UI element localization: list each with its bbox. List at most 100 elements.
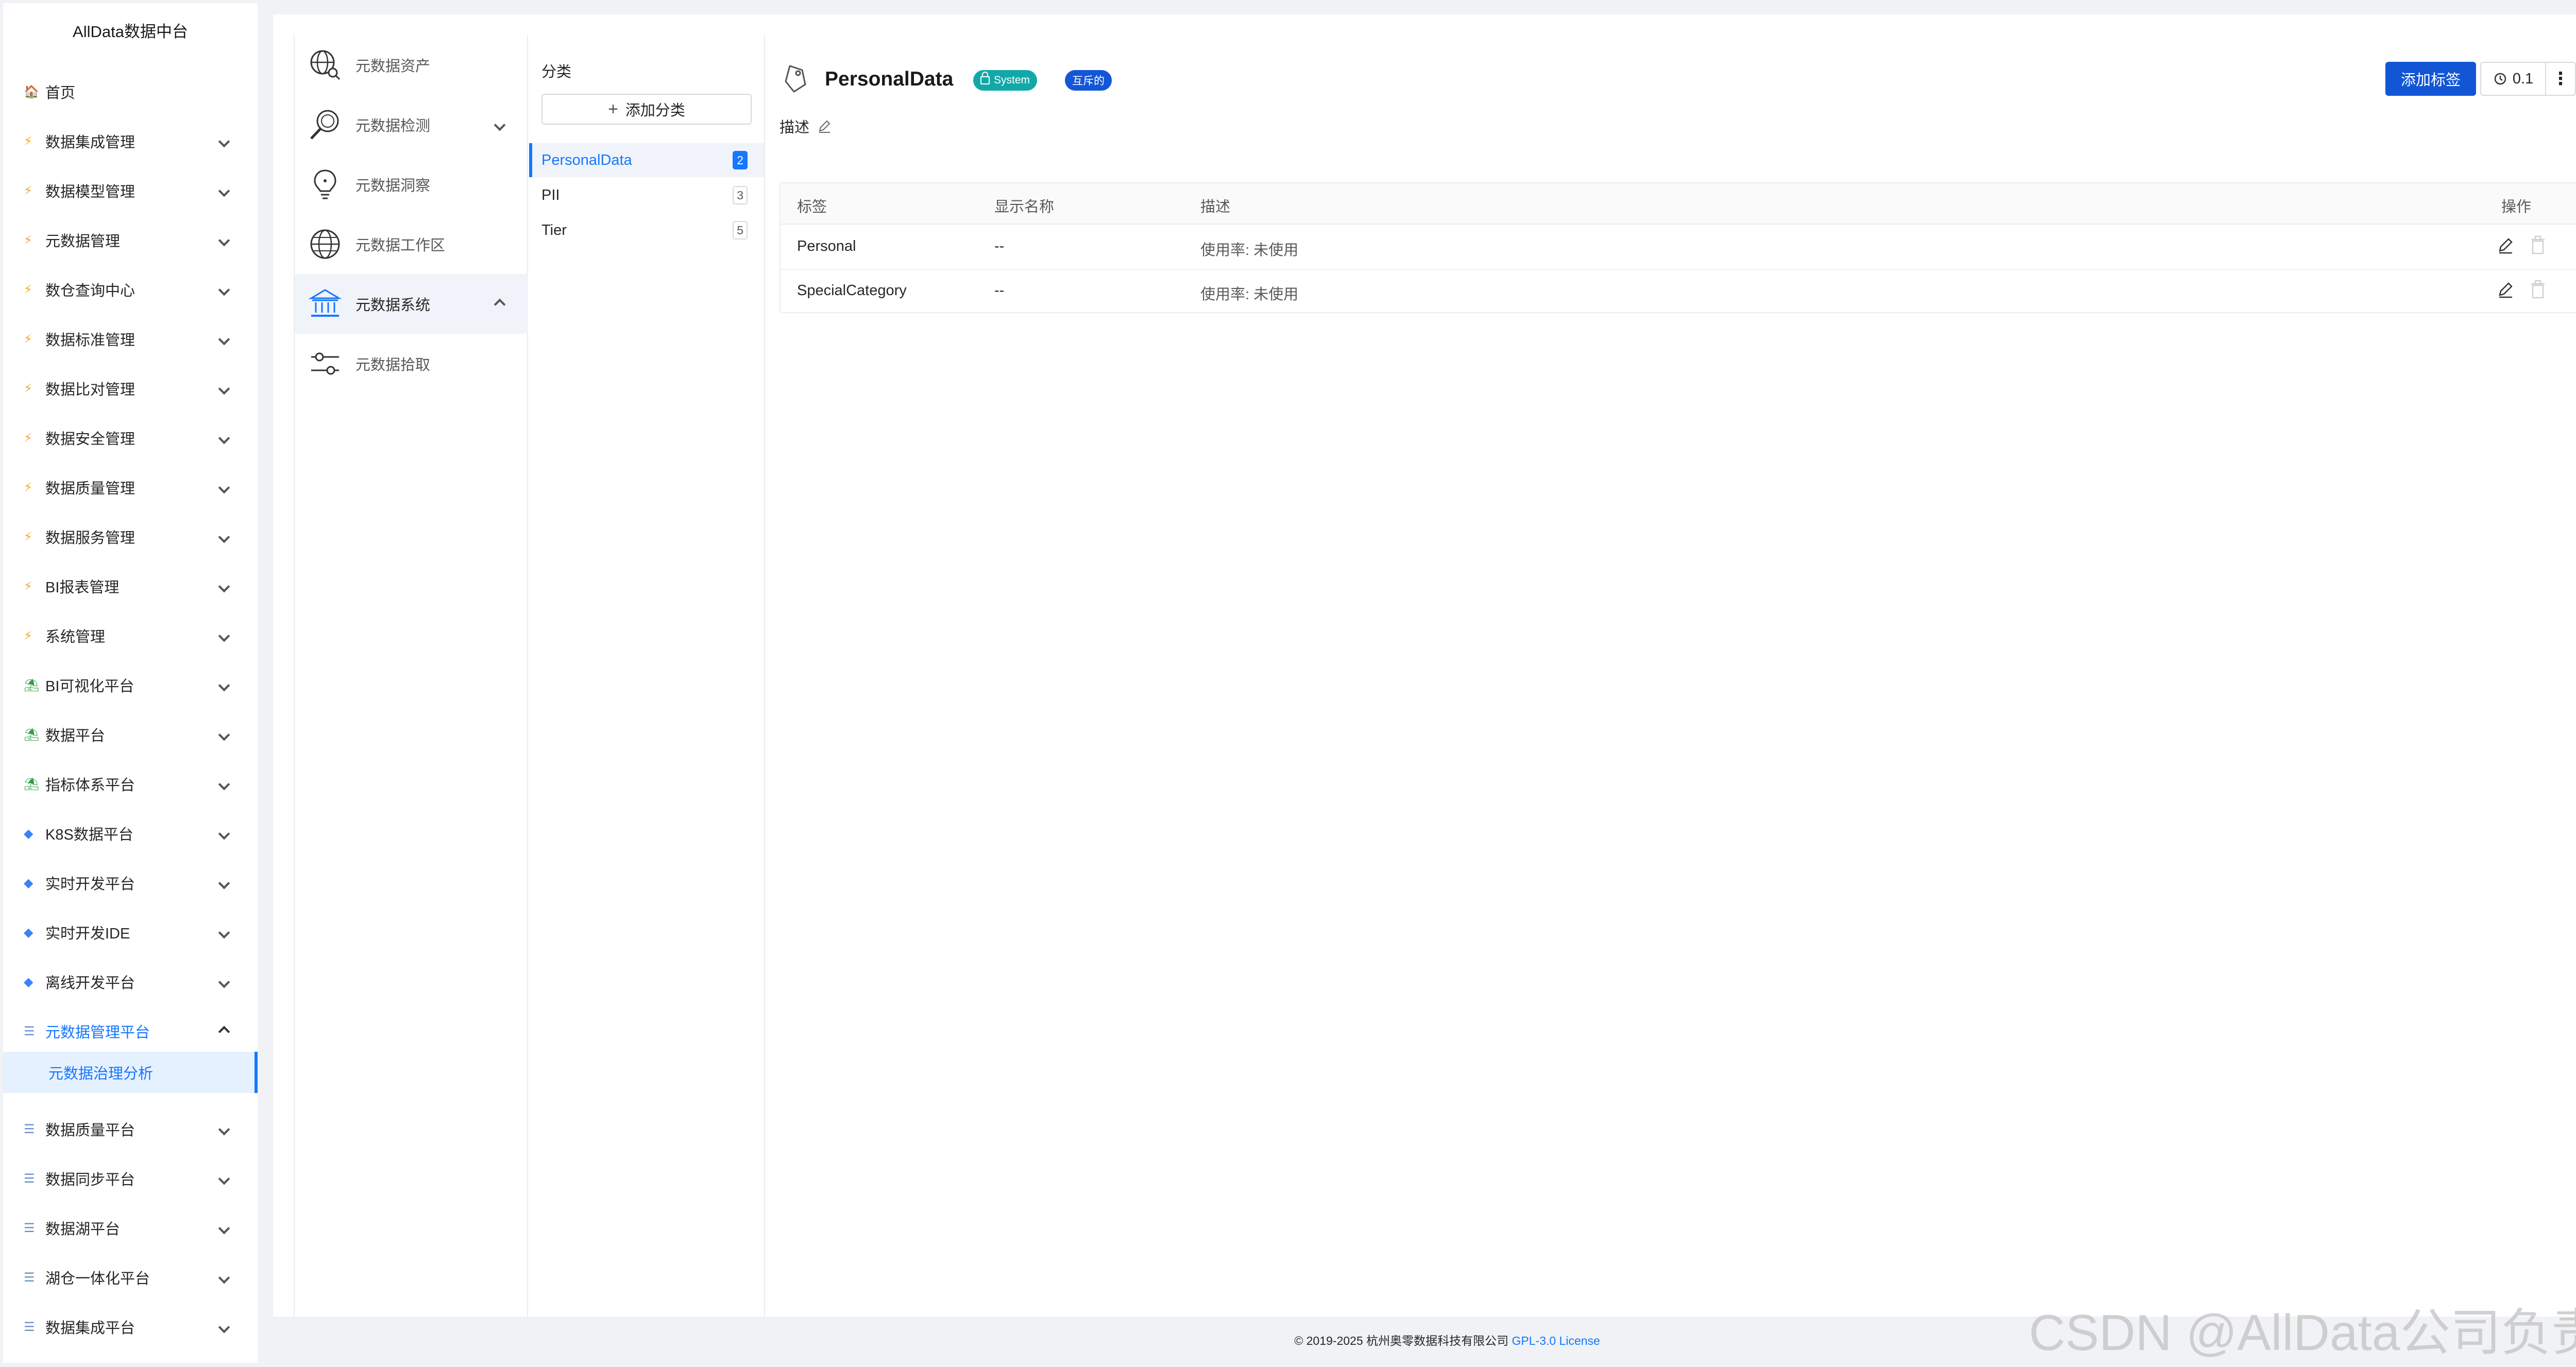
chevron-down-icon — [216, 825, 232, 842]
app-title: AllData数据中台 — [73, 23, 188, 41]
tag-icon — [785, 65, 806, 93]
add-tag-button[interactable]: 添加标签 — [2385, 62, 2476, 96]
sidebar-item-7[interactable]: ⚡ 数据安全管理 — [3, 413, 258, 463]
more-options-button[interactable]: ⋮ — [2545, 62, 2576, 96]
sidebar-item-1[interactable]: ⚡ 数据集成管理 — [3, 116, 258, 166]
sidebar-item-13[interactable]: ⛱ 数据平台 — [3, 710, 258, 759]
chevron-down-icon — [216, 528, 232, 545]
nav-item-workspace[interactable]: 元数据工作区 — [295, 214, 528, 274]
category-name: PII — [541, 186, 560, 203]
nav-item-system[interactable]: 元数据系统 — [295, 274, 528, 334]
chevron-down-icon — [216, 1170, 232, 1187]
table-row[interactable]: SpecialCategory -- 使用率: 未使用 — [781, 269, 2576, 313]
sidebar-item-label: 数据集成平台 — [45, 1320, 135, 1337]
category-count: 3 — [733, 186, 748, 204]
chevron-down-icon — [216, 182, 232, 199]
metadata-nav: 元数据资产 元数据检测 元数据洞察 元数据工作区 元数据系统 元数据拾取 — [294, 35, 528, 1317]
tag-description: 使用率: 未使用 — [1200, 286, 1299, 303]
nav-item-detection[interactable]: 元数据检测 — [295, 95, 528, 155]
bolt-icon: ⚡ — [24, 282, 32, 297]
table-row[interactable]: Personal -- 使用率: 未使用 — [781, 225, 2576, 270]
layers-icon: ☰ — [24, 1221, 35, 1235]
category-title: 分类 — [541, 64, 572, 80]
nav-item-label: 元数据洞察 — [355, 178, 431, 194]
chevron-up-icon — [216, 1023, 232, 1040]
classification-title: PersonalData — [825, 68, 954, 90]
sidebar-item-9[interactable]: ⚡ 数据服务管理 — [3, 512, 258, 561]
tag-description: 使用率: 未使用 — [1200, 242, 1299, 259]
nav-item-label: 元数据拾取 — [355, 357, 431, 373]
sidebar-item-15[interactable]: ◆ K8S数据平台 — [3, 809, 258, 858]
sidebar-item-14[interactable]: ⛱ 指标体系平台 — [3, 759, 258, 809]
sidebar-item-label: 数据标准管理 — [45, 332, 135, 349]
add-category-label: 添加分类 — [625, 102, 685, 119]
edit-icon[interactable] — [2496, 236, 2515, 254]
sidebar-item-18[interactable]: ◆ 离线开发平台 — [3, 957, 258, 1006]
sidebar-subitem-governance-analysis[interactable]: 元数据治理分析 — [3, 1052, 258, 1093]
chevron-down-icon — [216, 973, 232, 990]
edit-description-icon[interactable] — [817, 118, 832, 134]
bolt-icon: ⚡ — [24, 332, 32, 346]
sidebar-item-label: 数据同步平台 — [45, 1172, 135, 1188]
sidebar-item-home[interactable]: 🏠 首页 — [3, 67, 258, 116]
sidebar-item-22[interactable]: ☰ 数据湖平台 — [3, 1203, 258, 1253]
nav-item-label: 元数据系统 — [355, 297, 431, 314]
bolt-icon: ⚡ — [24, 431, 32, 445]
sidebar-item-label: 数据集成管理 — [45, 134, 135, 151]
gem-icon: ◆ — [24, 876, 33, 890]
sidebar-item-label: 首页 — [45, 85, 76, 101]
sidebar-item-5[interactable]: ⚡ 数据标准管理 — [3, 314, 258, 364]
chevron-down-icon — [216, 924, 232, 941]
sidebar-item-19[interactable]: ☰ 元数据管理平台 — [3, 1006, 258, 1056]
layers-icon: ☰ — [24, 1024, 35, 1038]
edit-icon[interactable] — [2496, 280, 2515, 299]
sidebar-item-label: 数据平台 — [45, 728, 106, 744]
sidebar-item-20[interactable]: ☰ 数据质量平台 — [3, 1104, 258, 1154]
sidebar-item-label: BI报表管理 — [45, 579, 120, 596]
sidebar-item-label: K8S数据平台 — [45, 827, 133, 843]
nav-item-assets[interactable]: 元数据资产 — [295, 35, 528, 95]
sidebar-item-8[interactable]: ⚡ 数据质量管理 — [3, 463, 258, 512]
gem-icon: ◆ — [24, 975, 33, 989]
bolt-icon: ⚡ — [24, 183, 32, 198]
sidebar-item-3[interactable]: ⚡ 元数据管理 — [3, 215, 258, 265]
sidebar-item-24[interactable]: ☰ 数据集成平台 — [3, 1302, 258, 1352]
chevron-down-icon — [216, 380, 232, 397]
nav-item-insights[interactable]: 元数据洞察 — [295, 155, 528, 214]
category-item-pii[interactable]: PII 3 — [529, 178, 764, 212]
sidebar-item-label: 元数据管理平台 — [45, 1024, 150, 1041]
sidebar-item-11[interactable]: ⚡ 系统管理 — [3, 611, 258, 660]
nav-item-label: 元数据资产 — [355, 58, 431, 75]
chevron-down-icon — [216, 677, 232, 694]
sidebar-item-12[interactable]: ⛱ BI可视化平台 — [3, 660, 258, 710]
sidebar-item-21[interactable]: ☰ 数据同步平台 — [3, 1154, 258, 1203]
sidebar-item-4[interactable]: ⚡ 数仓查询中心 — [3, 265, 258, 314]
app-window: AllData数据中台 🏠 首页 ⚡ 数据集成管理 ⚡ 数据模型管理 ⚡ 元数据管理 ⚡ 数仓… — [0, 0, 2576, 1367]
sidebar-item-10[interactable]: ⚡ BI报表管理 — [3, 561, 258, 611]
sidebar-item-label: 数据模型管理 — [45, 184, 135, 200]
tag-display-name: -- — [994, 282, 1005, 299]
sidebar-item-6[interactable]: ⚡ 数据比对管理 — [3, 364, 258, 413]
bolt-icon: ⚡ — [24, 480, 32, 494]
chevron-down-icon — [216, 133, 232, 150]
license-link[interactable]: GPL-3.0 License — [1512, 1334, 1600, 1347]
delete-icon[interactable] — [2529, 279, 2547, 300]
globe-search-icon — [310, 50, 341, 80]
add-category-button[interactable]: + 添加分类 — [541, 94, 752, 125]
layers-icon: ☰ — [24, 1320, 35, 1334]
delete-icon[interactable] — [2529, 235, 2547, 255]
sidebar-item-23[interactable]: ☰ 湖仓一体化平台 — [3, 1253, 258, 1302]
sidebar-item-2[interactable]: ⚡ 数据模型管理 — [3, 166, 258, 215]
version-label: 0.1 — [2512, 70, 2534, 87]
nav-item-pickup[interactable]: 元数据拾取 — [295, 334, 528, 394]
version-button[interactable]: 0.1 — [2480, 62, 2546, 96]
chevron-down-icon — [216, 627, 232, 644]
chevron-down-icon — [216, 1121, 232, 1138]
sidebar-item-16[interactable]: ◆ 实时开发平台 — [3, 858, 258, 908]
category-item-tier[interactable]: Tier 5 — [529, 213, 764, 247]
chevron-down-icon — [216, 1220, 232, 1237]
category-item-personaldata[interactable]: PersonalData 2 — [529, 143, 764, 177]
bolt-icon: ⚡ — [24, 381, 32, 396]
sidebar-item-17[interactable]: ◆ 实时开发IDE — [3, 908, 258, 957]
gem-icon: ◆ — [24, 925, 33, 939]
